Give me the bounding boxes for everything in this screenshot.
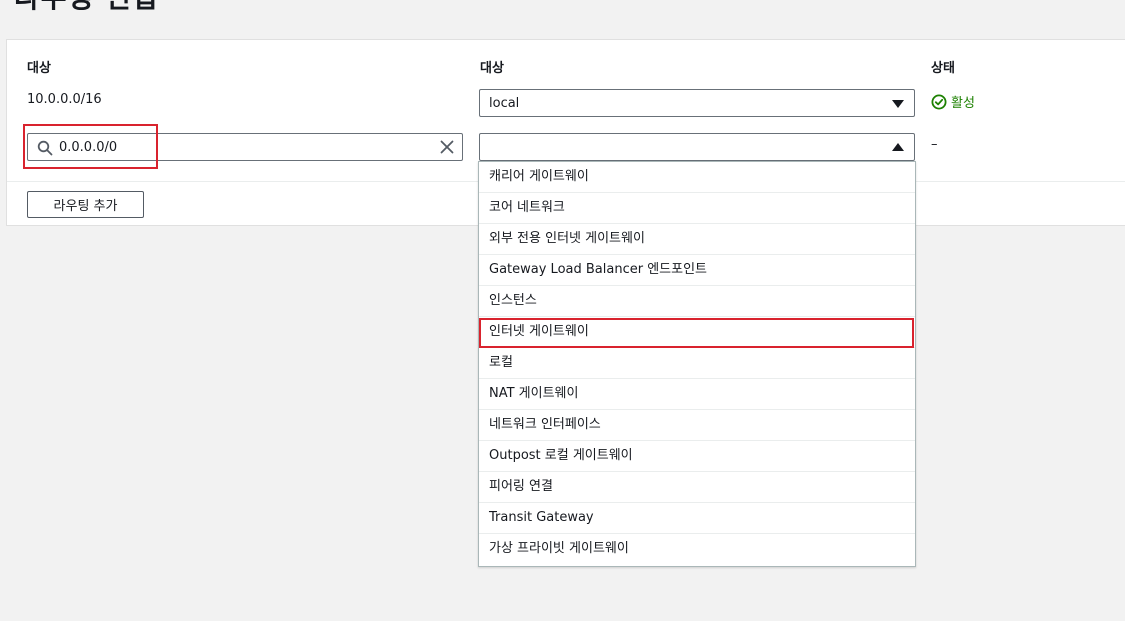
- option-carrier-gateway[interactable]: 캐리어 게이트웨이: [479, 162, 915, 193]
- caret-down-icon: [892, 100, 904, 108]
- target-select-value: local: [489, 96, 520, 111]
- page-title: 라우팅 편집: [14, 0, 159, 16]
- internet-gateway-highlight-box: [479, 318, 914, 348]
- option-core-network[interactable]: 코어 네트워크: [479, 193, 915, 224]
- status-text: 활성: [951, 96, 975, 111]
- destination-highlight-box: [23, 124, 158, 169]
- option-peering-connection[interactable]: 피어링 연결: [479, 472, 915, 503]
- option-network-interface[interactable]: 네트워크 인터페이스: [479, 410, 915, 441]
- option-nat-gateway[interactable]: NAT 게이트웨이: [479, 379, 915, 410]
- target-select-open[interactable]: [479, 133, 915, 161]
- option-instance[interactable]: 인스턴스: [479, 286, 915, 317]
- option-gateway-load-balancer-endpoint[interactable]: Gateway Load Balancer 엔드포인트: [479, 255, 915, 286]
- option-outpost-local-gateway[interactable]: Outpost 로컬 게이트웨이: [479, 441, 915, 472]
- close-icon[interactable]: [439, 139, 455, 155]
- check-circle-icon: [931, 94, 947, 109]
- route-destination-value: 10.0.0.0/16: [27, 92, 102, 107]
- option-egress-only-internet-gateway[interactable]: 외부 전용 인터넷 게이트웨이: [479, 224, 915, 255]
- option-local[interactable]: 로컬: [479, 348, 915, 379]
- status-column-header: 상태: [931, 61, 955, 76]
- target-dropdown-list: 캐리어 게이트웨이 코어 네트워크 외부 전용 인터넷 게이트웨이 Gatewa…: [478, 161, 916, 567]
- caret-up-icon: [892, 143, 904, 151]
- target-column-header: 대상: [480, 61, 504, 76]
- status-badge: 활성: [931, 92, 975, 111]
- option-virtual-private-gateway[interactable]: 가상 프라이빗 게이트웨이: [479, 534, 915, 565]
- option-transit-gateway[interactable]: Transit Gateway: [479, 503, 915, 534]
- status-empty: –: [931, 137, 938, 152]
- target-select-local[interactable]: local: [479, 89, 915, 117]
- destination-column-header: 대상: [27, 61, 51, 76]
- add-route-button[interactable]: 라우팅 추가: [27, 191, 144, 218]
